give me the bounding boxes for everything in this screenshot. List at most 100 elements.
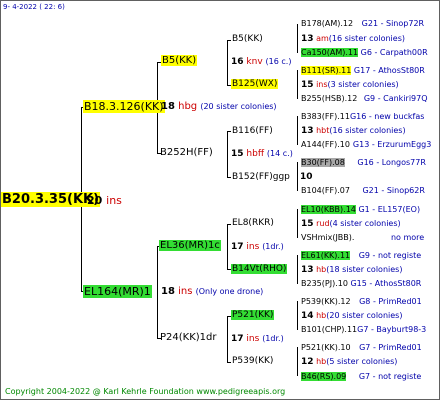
g4-row: 15 ins(3 sister colonies) xyxy=(300,80,400,90)
g4-id[interactable]: P539(KK).12 xyxy=(301,297,351,306)
connector-line xyxy=(297,209,298,238)
g4-row: P521(KK).10 G7 - PrimRed01 xyxy=(300,343,423,352)
g4-note: (3 sister colonies) xyxy=(327,80,399,89)
g1-father-label[interactable]: EL164(MR)1 xyxy=(83,285,152,298)
g3-label[interactable]: EL8(RKR) xyxy=(231,218,275,228)
g4-id[interactable]: B104(FF).07 xyxy=(301,186,350,195)
connector-line xyxy=(297,162,298,191)
g4-suffix: hb xyxy=(316,265,327,274)
g4-id[interactable]: B111(SR).11 xyxy=(301,66,352,75)
g4-number: 14 xyxy=(301,311,314,321)
g4-row: B111(SR).11 G17 - AthosSt80R xyxy=(300,66,426,75)
g4-number: 13 xyxy=(301,126,314,136)
g4-source: G6 - Carpath00R xyxy=(360,48,428,57)
g2-b-note: (14 c.) xyxy=(266,149,293,158)
g3-label[interactable]: P521(KK) xyxy=(231,310,275,320)
g4-id[interactable]: VSHmix(JBB). xyxy=(301,233,354,242)
g4-source: G7 - Bayburt98-3 xyxy=(357,325,427,334)
g4-number: 15 xyxy=(301,80,314,90)
g4-id[interactable]: EL61(KK).11 xyxy=(301,251,351,260)
g2-b-number: 15 xyxy=(231,149,244,159)
g1-father-number: 18 xyxy=(161,286,175,297)
g4-source: G21 - Sinop62R xyxy=(362,186,425,195)
date-stamp: 9- 4-2022 ( 22: 6) xyxy=(3,3,65,11)
connector-line xyxy=(297,347,298,376)
g1-mother-number: 18 xyxy=(161,101,175,112)
g3-label[interactable]: B14Vt(RHO) xyxy=(231,264,288,274)
g4-suffix: hbt xyxy=(316,126,330,135)
g2-a-suffix: knv xyxy=(246,57,263,67)
connector-line xyxy=(227,40,228,86)
g4-source: G1 - EL157(EO) xyxy=(358,205,421,214)
g2-a-label[interactable]: B5(KK) xyxy=(161,55,198,66)
connector-line xyxy=(227,224,228,270)
g4-suffix: ins xyxy=(316,80,328,89)
g4-source: G15 - AthosSt80R xyxy=(350,279,422,288)
g4-id[interactable]: P521(KK).10 xyxy=(301,343,351,352)
g2-d-note: (1dr.) xyxy=(262,334,284,343)
g4-row: B46(RS).09 G7 - not registe xyxy=(300,372,422,381)
g4-id[interactable]: B383(FF).11 xyxy=(301,112,350,121)
g4-row: Ca150(AM).11 G6 - Carpath00R xyxy=(300,48,429,57)
connector-line xyxy=(297,24,298,53)
g4-note: (20 sister colonies) xyxy=(326,311,403,320)
g4-row: 13 am(16 sister colonies) xyxy=(300,34,406,44)
g4-source: G7 - PrimRed01 xyxy=(359,343,422,352)
g2-c-number: 17 xyxy=(231,242,244,252)
g2-d-info: 17 ins (1dr.) xyxy=(231,334,284,344)
g4-id[interactable]: B255(HSB).12 xyxy=(301,94,357,103)
g4-number: 13 xyxy=(301,34,314,44)
g2-b-label[interactable]: B252H(FF) xyxy=(159,147,214,158)
g1-father-info: 18 ins (Only one drone) xyxy=(161,286,263,297)
g1-father-suffix: ins xyxy=(178,286,193,297)
g4-row: 12 hb(5 sister colonies) xyxy=(300,357,398,367)
connector-line xyxy=(297,70,298,99)
g1-father-note: (Only one drone) xyxy=(195,287,264,296)
g4-row: 13 hbt(16 sister colonies) xyxy=(300,126,407,136)
g4-id[interactable]: B30(FF).08 xyxy=(301,158,345,167)
g4-id[interactable]: EL10(KBB).14 xyxy=(301,205,356,214)
g1-mother-note: (20 sister colonies) xyxy=(200,102,277,111)
g4-row: B101(CHP).11G7 - Bayburt98-3 xyxy=(300,325,427,334)
root-suffix: ins xyxy=(106,194,122,207)
g3-number: 10 xyxy=(300,172,313,182)
g3-label[interactable]: P539(KK) xyxy=(231,356,274,366)
g4-id[interactable]: B178(AM).12 xyxy=(301,19,353,28)
connector-line xyxy=(227,131,228,177)
g3-label[interactable]: B5(KK) xyxy=(231,34,264,44)
g4-source: G16 - new buckfas xyxy=(349,112,425,121)
g4-id[interactable]: Ca150(AM).11 xyxy=(301,48,359,57)
g2-c-suffix: ins xyxy=(246,242,260,252)
connector-line xyxy=(227,316,228,362)
g4-id[interactable]: B101(CHP).11 xyxy=(301,325,357,334)
g4-row: B383(FF).11G16 - new buckfas xyxy=(300,112,425,121)
root-queen[interactable]: B20.3.35(KK) xyxy=(1,192,101,207)
g4-suffix: hb xyxy=(316,311,327,320)
g2-d-suffix: ins xyxy=(246,334,260,344)
g4-source: G9 - Cankiri97Q xyxy=(363,94,428,103)
g4-row: 13 hb(18 sister colonies) xyxy=(300,265,403,275)
g4-id[interactable]: B46(RS).09 xyxy=(301,372,347,381)
g4-id[interactable]: A144(FF).10 xyxy=(301,140,350,149)
g4-row: B235(PJ).10 G15 - AthosSt80R xyxy=(300,279,422,288)
g2-c-label[interactable]: EL36(MR)1c xyxy=(159,240,221,251)
g4-row: B30(FF).08 G16 - Longos77R xyxy=(300,158,427,167)
g3-label[interactable]: B125(WX) xyxy=(231,79,279,89)
connector-line xyxy=(297,301,298,330)
g2-a-note: (16 c.) xyxy=(265,57,292,66)
g4-number: 12 xyxy=(301,357,314,367)
g4-note: (4 sister colonies) xyxy=(329,219,401,228)
g4-row: P539(KK).12 G8 - PrimRed01 xyxy=(300,297,423,306)
g1-mother-label[interactable]: B18.3.126(KK) xyxy=(83,100,165,113)
g4-source: G17 - AthosSt80R xyxy=(353,66,425,75)
g4-row: EL10(KBB).14 G1 - EL157(EO) xyxy=(300,205,421,214)
g4-id[interactable]: B235(PJ).10 xyxy=(301,279,348,288)
g4-number: 15 xyxy=(301,219,314,229)
g3-label[interactable]: B116(FF) xyxy=(231,126,274,136)
g4-note: (5 sister colonies) xyxy=(326,357,398,366)
g4-suffix: hb xyxy=(316,357,327,366)
g4-row: 15 rud(4 sister colonies) xyxy=(300,219,402,229)
g3-label[interactable]: B152(FF)ggp xyxy=(231,172,291,182)
g4-source: G13 - ErzurumEgg3 xyxy=(352,140,432,149)
g2-d-label[interactable]: P24(KK)1dr xyxy=(159,332,218,343)
